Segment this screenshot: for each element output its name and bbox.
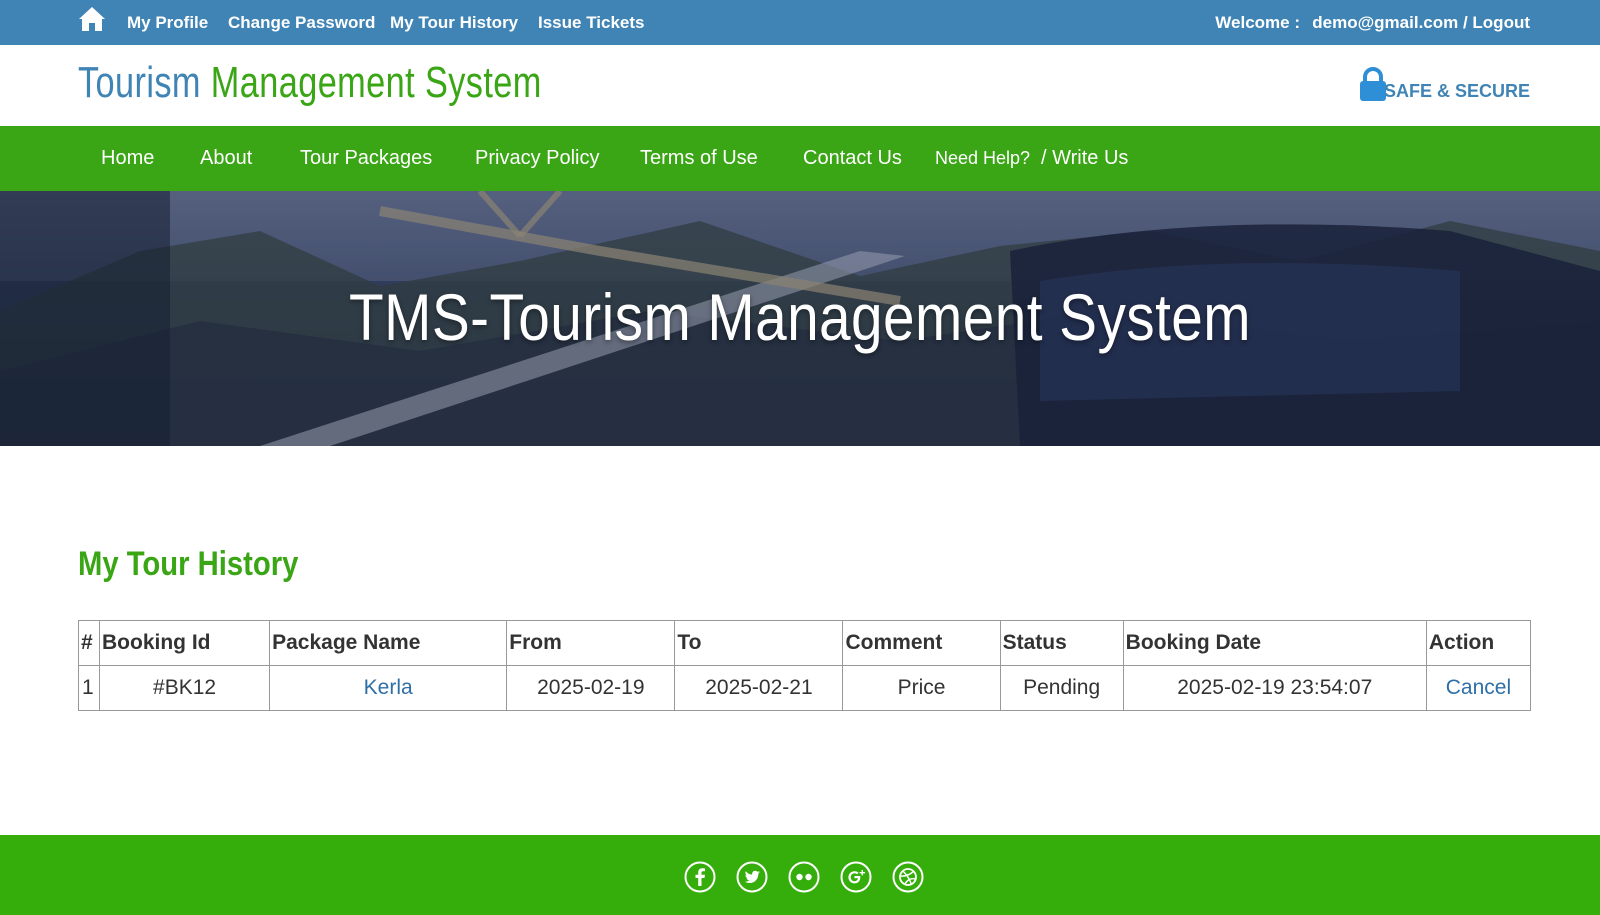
col-to: To — [674, 620, 844, 666]
nav-contact-us[interactable]: Contact Us — [803, 126, 902, 191]
col-booking-date: Booking Date — [1122, 620, 1427, 666]
nav-terms-of-use[interactable]: Terms of Use — [640, 126, 758, 191]
safe-secure-label: SAFE & SECURE — [1383, 81, 1530, 101]
nav-home[interactable]: Home — [101, 126, 154, 191]
cell-status: Pending — [999, 665, 1124, 711]
nav-about[interactable]: About — [200, 126, 252, 191]
my-profile-link[interactable]: My Profile — [127, 0, 208, 45]
footer — [0, 835, 1600, 915]
cell-booking-date: 2025-02-19 23:54:07 — [1122, 665, 1427, 711]
welcome-label: Welcome : — [1215, 13, 1300, 32]
col-booking-id: Booking Id — [98, 620, 271, 666]
col-package-name: Package Name — [269, 620, 508, 666]
table-header-row: # Booking Id Package Name From To Commen… — [78, 620, 1532, 666]
home-icon[interactable] — [78, 6, 106, 32]
main-nav: Home About Tour Packages Privacy Policy … — [0, 126, 1600, 191]
page-title: My Tour History — [78, 545, 299, 583]
site-logo[interactable]: Tourism Management System — [78, 53, 542, 113]
col-comment: Comment — [842, 620, 1001, 666]
cancel-link[interactable]: Cancel — [1425, 665, 1532, 711]
banner-title: TMS-Tourism Management System — [349, 280, 1251, 354]
nav-write-us[interactable]: / Write Us — [1041, 126, 1128, 191]
col-status: Status — [999, 620, 1124, 666]
cell-comment: Price — [842, 665, 1001, 711]
cell-from: 2025-02-19 — [506, 665, 676, 711]
facebook-icon[interactable] — [684, 861, 716, 893]
col-number: # — [78, 620, 100, 666]
tour-history-table: # Booking Id Package Name From To Commen… — [78, 620, 1532, 711]
cell-booking-id: #BK12 — [98, 665, 271, 711]
issue-tickets-link[interactable]: Issue Tickets — [538, 0, 644, 45]
hero-banner: TMS-Tourism Management System — [0, 191, 1600, 446]
col-action: Action — [1425, 620, 1532, 666]
nav-tour-packages[interactable]: Tour Packages — [300, 126, 432, 191]
google-plus-icon[interactable] — [840, 861, 872, 893]
logo-word-tourism: Tourism — [78, 58, 201, 107]
my-tour-history-link[interactable]: My Tour History — [390, 0, 518, 45]
nav-need-help: Need Help? — [935, 148, 1031, 168]
package-link[interactable]: Kerla — [269, 665, 508, 711]
flickr-icon[interactable] — [788, 861, 820, 893]
cell-to: 2025-02-21 — [674, 665, 844, 711]
logo-word-management-system: Management System — [210, 58, 542, 107]
col-from: From — [506, 620, 676, 666]
nav-privacy-policy[interactable]: Privacy Policy — [475, 126, 599, 191]
brand-header: Tourism Management System SAFE & SECURE — [0, 45, 1600, 126]
cell-number: 1 — [78, 665, 100, 711]
table-row: 1 #BK12 Kerla 2025-02-19 2025-02-21 Pric… — [78, 665, 1532, 711]
safe-secure-badge: SAFE & SECURE — [1350, 67, 1530, 107]
change-password-link[interactable]: Change Password — [228, 0, 375, 45]
account-logout-link[interactable]: demo@gmail.com / Logout — [1312, 0, 1530, 45]
twitter-icon[interactable] — [736, 861, 768, 893]
top-bar: My Profile Change Password My Tour Histo… — [0, 0, 1600, 45]
dribbble-icon[interactable] — [892, 861, 924, 893]
